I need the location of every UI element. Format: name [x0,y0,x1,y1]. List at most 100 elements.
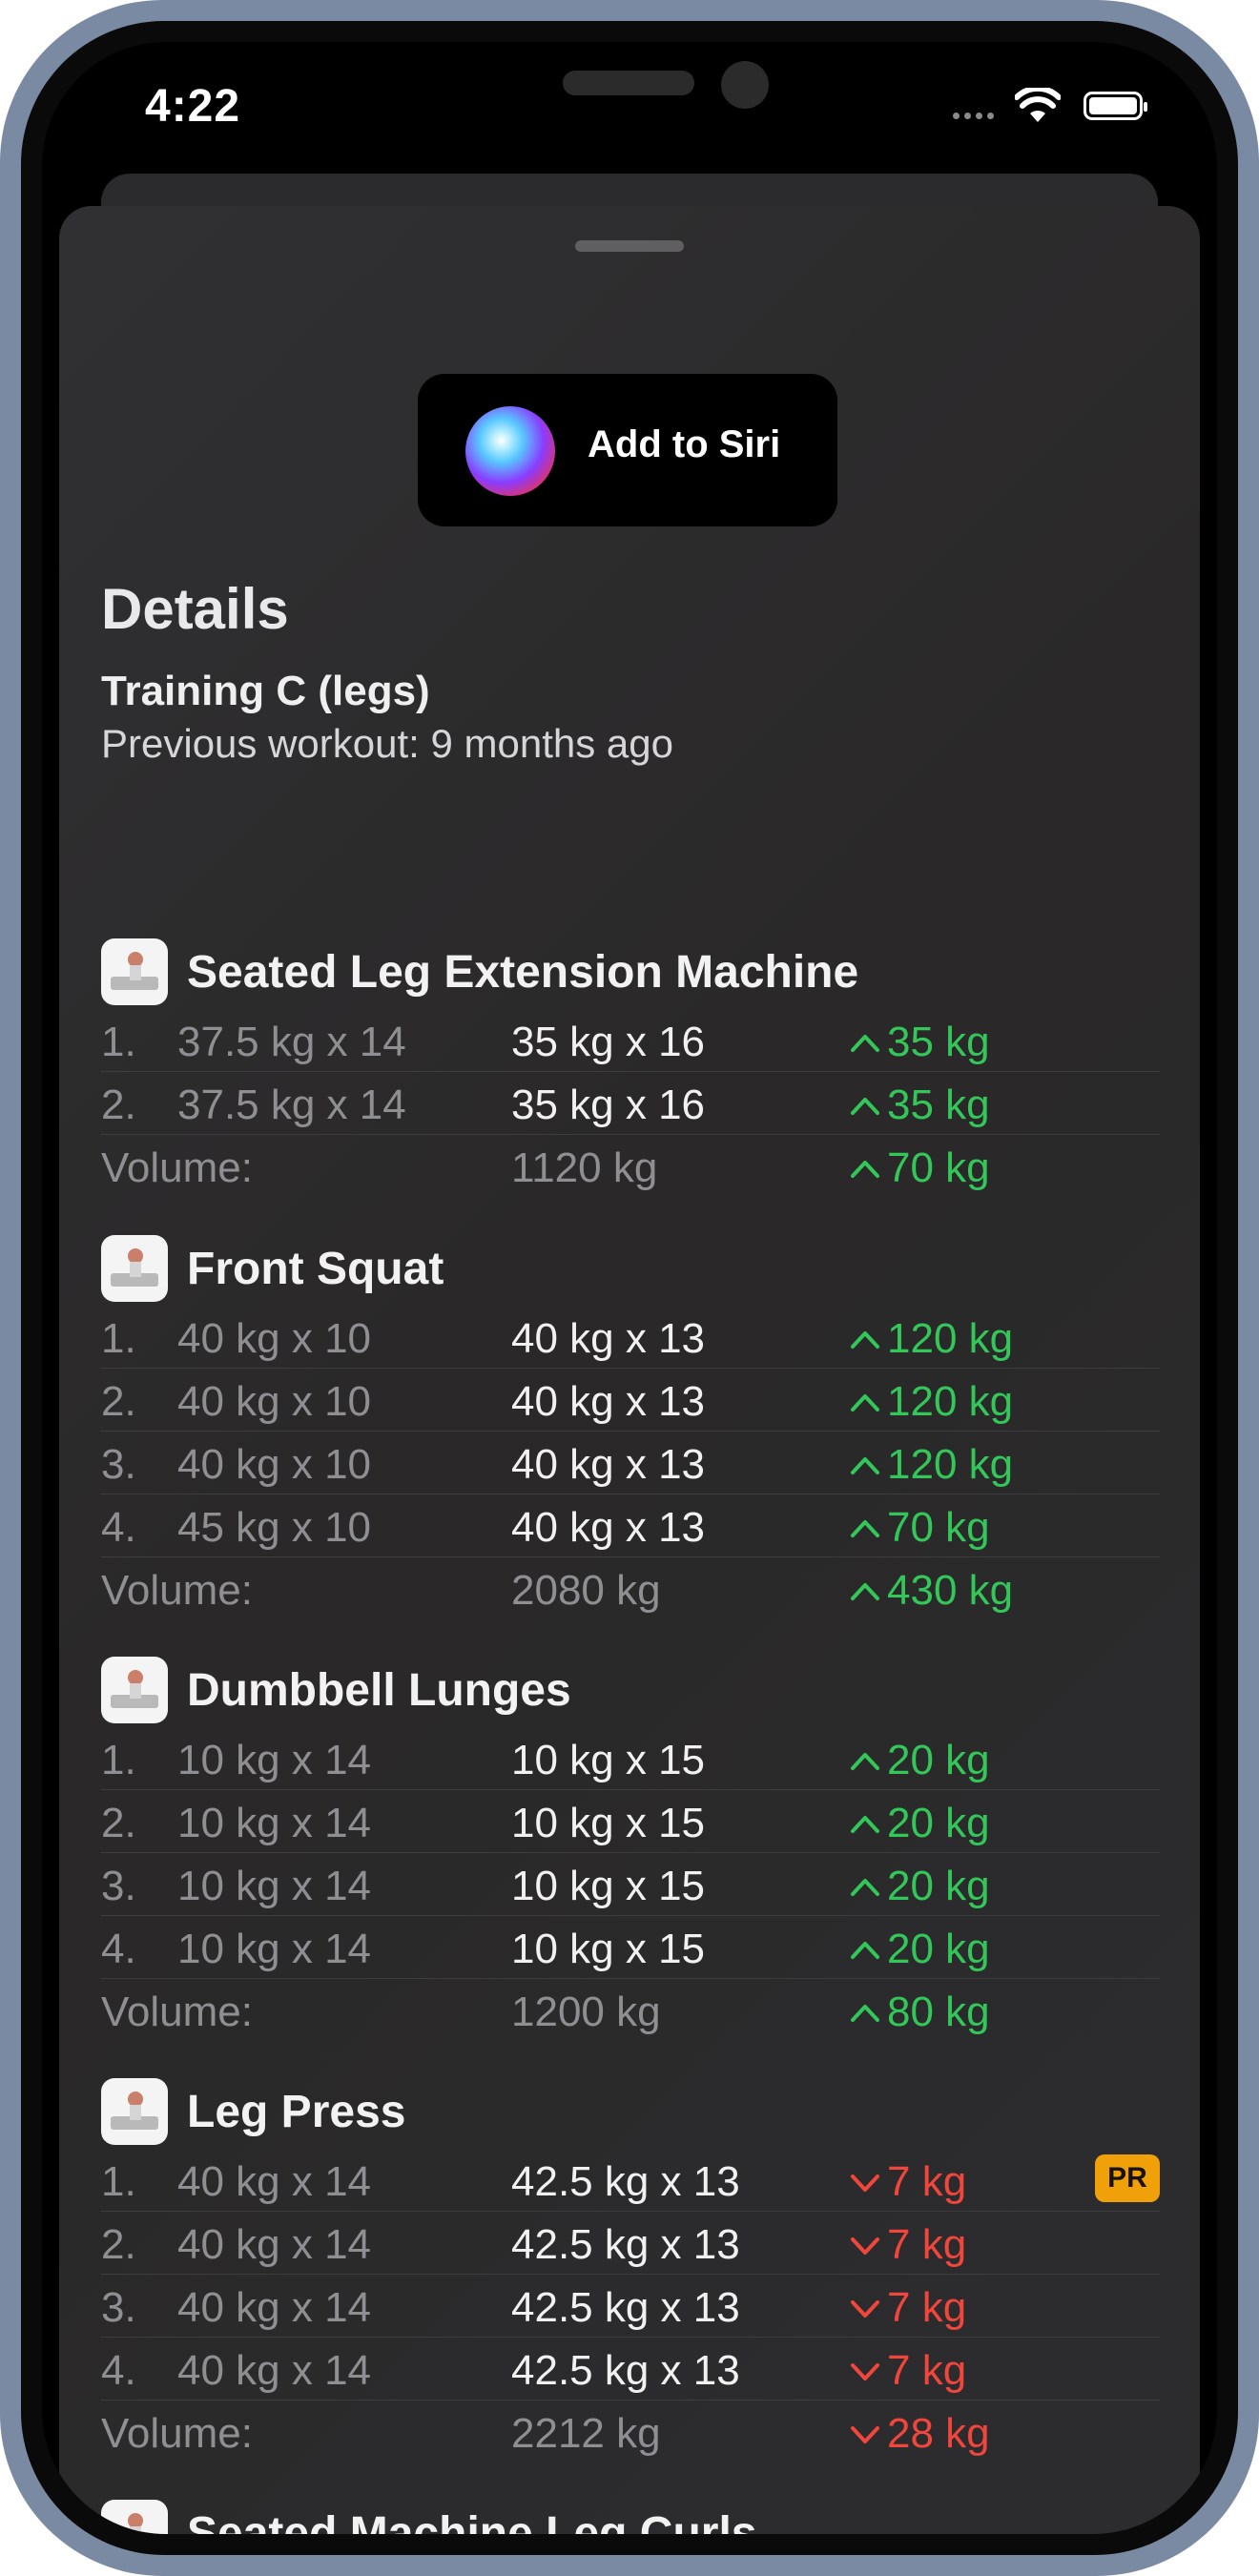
set-row: 1. 37.5 kg x 14 35 kg x 16 35 kg [101,1009,1160,1072]
exercise-name: Seated Leg Extension Machine [187,947,859,998]
set-row: 3. 40 kg x 10 40 kg x 13 120 kg [101,1432,1160,1494]
set-delta: 20 kg [849,1737,990,1784]
set-row: 1. 40 kg x 14 42.5 kg x 13 7 kg PR [101,2149,1160,2212]
current-set: 10 kg x 15 [511,1926,706,1972]
set-delta-value: 120 kg [887,1315,1014,1362]
arrow-up-icon [849,1157,887,1180]
set-delta: 20 kg [849,1863,990,1910]
set-row: 3. 40 kg x 14 42.5 kg x 13 7 kg [101,2275,1160,2338]
set-delta: 7 kg [849,2347,966,2395]
previous-set: 40 kg x 14 [177,2221,372,2268]
exercise-section: Leg Press 1. 40 kg x 14 42.5 kg x 13 7 kg PR 2… [101,2072,1160,2463]
volume-delta-value: 430 kg [887,1567,1014,1614]
previous-set: 10 kg x 14 [177,1863,372,1909]
arrow-up-icon [849,1031,887,1054]
set-delta: 20 kg [849,1926,990,1973]
volume-row: Volume: 1120 kg 70 kg [101,1135,1160,1197]
arrow-up-icon [849,1938,887,1961]
exercise-header[interactable]: Seated Leg Extension Machine [101,933,1160,1009]
arrow-down-icon [849,2360,887,2382]
arrow-up-icon [849,1875,887,1898]
status-time: 4:22 [145,81,241,132]
set-number: 1. [101,2158,136,2205]
set-delta-value: 20 kg [887,1800,990,1846]
volume-value: 1120 kg [511,1144,658,1191]
arrow-up-icon [849,2001,887,2024]
exercise-name: Front Squat [187,1244,444,1294]
set-delta-value: 20 kg [887,1737,990,1783]
arrow-up-icon [849,1579,887,1602]
set-number: 1. [101,1019,136,1065]
dumbbell-lunges-icon [101,1657,168,1723]
exercise-header[interactable]: Seated Machine Leg Curls [101,2494,1160,2534]
previous-set: 37.5 kg x 14 [177,1019,406,1065]
exercise-section: Dumbbell Lunges 1. 10 kg x 14 10 kg x 15 20 … [101,1651,1160,2041]
set-number: 2. [101,1800,136,1846]
set-number: 2. [101,1082,136,1128]
current-set: 42.5 kg x 13 [511,2221,740,2268]
current-set: 42.5 kg x 13 [511,2284,740,2331]
wifi-icon [1015,88,1061,122]
volume-row: Volume: 2212 kg 28 kg [101,2401,1160,2463]
speaker-grille [563,71,694,95]
arrow-up-icon [849,1453,887,1476]
current-set: 10 kg x 15 [511,1800,706,1846]
previous-set: 40 kg x 10 [177,1441,372,1488]
add-to-siri-button[interactable]: Add to Siri [418,374,837,526]
volume-value: 2080 kg [511,1567,661,1614]
current-set: 40 kg x 13 [511,1315,706,1362]
volume-label: Volume: [101,1989,253,2035]
current-set: 40 kg x 13 [511,1378,706,1425]
previous-set: 10 kg x 14 [177,1737,372,1783]
leg-extension-icon [101,938,168,1005]
arrow-up-icon [849,1749,887,1772]
set-delta: 7 kg [849,2284,966,2332]
battery-icon [1084,92,1147,120]
current-set: 35 kg x 16 [511,1019,706,1065]
leg-curls-icon [101,2500,168,2534]
previous-set: 10 kg x 14 [177,1926,372,1972]
siri-icon [465,406,555,496]
set-delta: 7 kg [849,2158,966,2206]
arrow-down-icon [849,2422,887,2445]
exercise-name: Seated Machine Leg Curls [187,2508,757,2534]
previous-set: 40 kg x 14 [177,2284,372,2331]
front-squat-icon [101,1235,168,1302]
set-row: 2. 40 kg x 14 42.5 kg x 13 7 kg [101,2212,1160,2275]
exercise-header[interactable]: Front Squat [101,1229,1160,1306]
set-delta: 35 kg [849,1082,990,1129]
set-number: 3. [101,2284,136,2331]
add-to-siri-label: Add to Siri [588,423,781,465]
previous-set: 37.5 kg x 14 [177,1082,406,1128]
previous-set: 40 kg x 14 [177,2158,372,2205]
set-number: 4. [101,1504,136,1551]
set-delta-value: 35 kg [887,1082,990,1128]
previous-set: 40 kg x 14 [177,2347,372,2394]
volume-delta: 70 kg [849,1144,990,1192]
set-row: 4. 45 kg x 10 40 kg x 13 70 kg [101,1494,1160,1557]
exercise-name: Leg Press [187,2087,406,2137]
set-row: 1. 10 kg x 14 10 kg x 15 20 kg [101,1727,1160,1790]
volume-label: Volume: [101,1567,253,1614]
pr-badge: PR [1095,2154,1160,2202]
current-set: 10 kg x 15 [511,1737,706,1783]
exercise-name: Dumbbell Lunges [187,1665,571,1716]
set-delta: 7 kg [849,2221,966,2269]
details-heading: Details [101,577,289,641]
status-bar: 4:22 [42,42,1217,185]
exercise-header[interactable]: Dumbbell Lunges [101,1651,1160,1727]
set-delta: 120 kg [849,1441,1013,1489]
current-set: 40 kg x 13 [511,1504,706,1551]
set-delta-value: 120 kg [887,1441,1014,1488]
leg-press-icon [101,2078,168,2145]
set-delta: 120 kg [849,1315,1013,1363]
sheet-grabber[interactable] [575,240,684,252]
volume-label: Volume: [101,1144,253,1191]
arrow-up-icon [849,1094,887,1117]
set-row: 3. 10 kg x 14 10 kg x 15 20 kg [101,1853,1160,1916]
exercise-header[interactable]: Leg Press [101,2072,1160,2149]
set-row: 2. 37.5 kg x 14 35 kg x 16 35 kg [101,1072,1160,1135]
volume-delta: 80 kg [849,1989,990,2036]
exercise-section: Front Squat 1. 40 kg x 10 40 kg x 13 120 kg 2… [101,1229,1160,1619]
set-row: 2. 10 kg x 14 10 kg x 15 20 kg [101,1790,1160,1853]
